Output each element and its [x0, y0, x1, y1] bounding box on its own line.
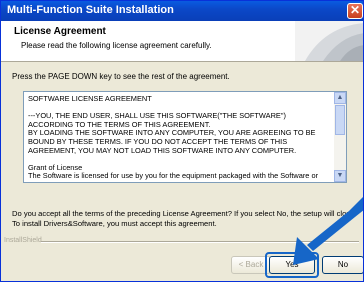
installer-window: Multi-Function Suite Installation ✕ Lice…	[0, 0, 364, 282]
pointer-arrow-icon	[293, 197, 363, 265]
